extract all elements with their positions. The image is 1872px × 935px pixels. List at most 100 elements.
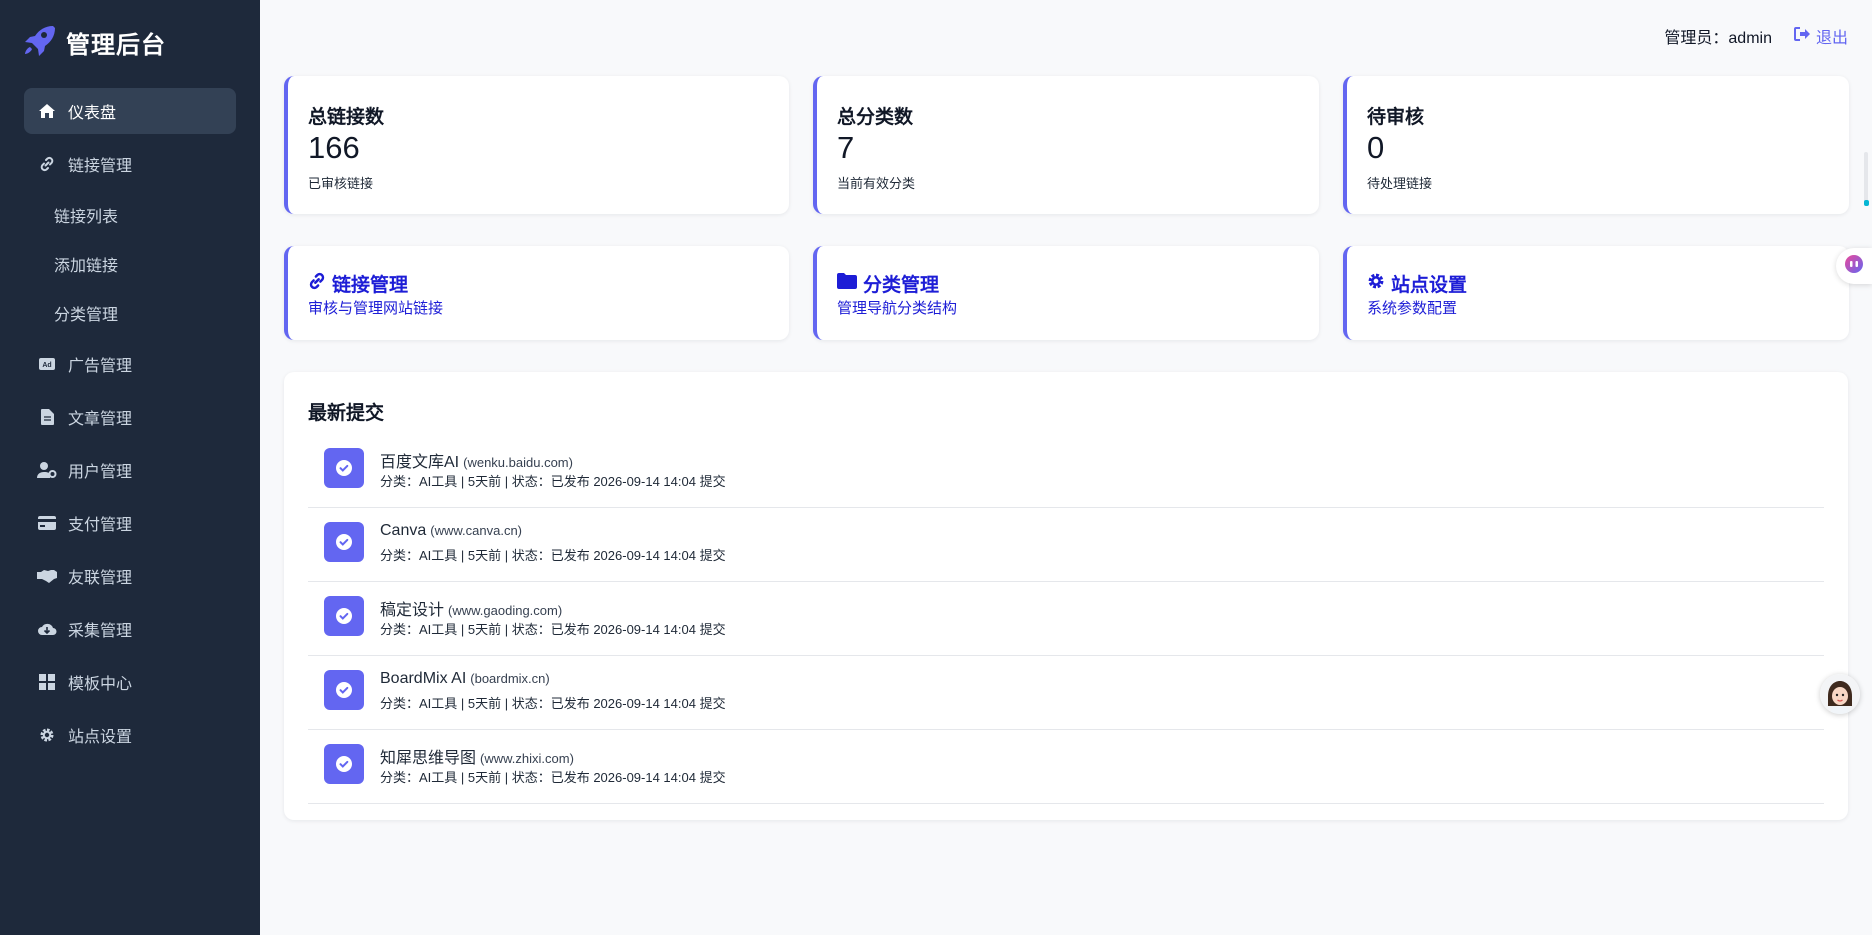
cloud-download-icon xyxy=(36,620,58,638)
recent-submissions-panel: 最新提交 百度文库AI (wenku.baidu.com) 分类：AI工具 | 5… xyxy=(284,372,1848,820)
robot-icon xyxy=(1844,254,1864,279)
stat-value: 7 xyxy=(837,130,855,165)
quick-card-title-text: 链接管理 xyxy=(332,275,409,296)
ai-assistant-button[interactable] xyxy=(1836,248,1872,284)
sidebar-item-collect[interactable]: 采集管理 xyxy=(24,606,236,652)
item-domain: (www.gaoding.com) xyxy=(448,603,563,618)
scrollbar[interactable] xyxy=(1864,152,1868,204)
item-meta: 分类：AI工具 | 5天前 | 状态：已发布 2026-09-14 14:04 … xyxy=(380,548,726,563)
quick-card-category-management[interactable]: 分类管理 管理导航分类结构 xyxy=(813,246,1319,340)
item-domain: (www.zhixi.com) xyxy=(480,751,574,766)
gear-icon xyxy=(36,726,58,744)
item-name: 百度文库AI (wenku.baidu.com) xyxy=(380,454,573,471)
quick-card-site-settings[interactable]: 站点设置 系统参数配置 xyxy=(1343,246,1849,340)
sidebar-item-settings[interactable]: 站点设置 xyxy=(24,712,236,758)
scroll-indicator xyxy=(1864,200,1869,206)
check-circle-icon xyxy=(324,448,364,488)
quick-card-title: 站点设置 xyxy=(1367,270,1467,297)
list-item[interactable]: 稿定设计 (www.gaoding.com) 分类：AI工具 | 5天前 | 状态… xyxy=(308,582,1824,656)
ad-icon: Ad xyxy=(36,355,58,373)
link-icon xyxy=(308,272,326,296)
list-item[interactable]: Canva (www.canva.cn) 分类：AI工具 | 5天前 | 状态：已… xyxy=(308,508,1824,582)
avatar[interactable] xyxy=(1820,674,1860,714)
item-meta: 分类：AI工具 | 5天前 | 状态：已发布 2026-09-14 14:04 … xyxy=(380,622,726,637)
recent-list: 百度文库AI (wenku.baidu.com) 分类：AI工具 | 5天前 | … xyxy=(308,434,1824,804)
rocket-icon xyxy=(22,23,56,62)
item-name: Canva (www.canva.cn) xyxy=(380,522,522,539)
check-circle-icon xyxy=(324,670,364,710)
stat-card-pending: 待审核 0 待处理链接 xyxy=(1343,76,1849,214)
stat-title: 总分类数 xyxy=(837,107,914,128)
sidebar-item-label: 模板中心 xyxy=(68,676,133,693)
check-circle-icon xyxy=(324,522,364,562)
sidebar-item-label: 链接管理 xyxy=(68,158,133,175)
stat-subtitle: 已审核链接 xyxy=(308,176,374,191)
sidebar-item-templates[interactable]: 模板中心 xyxy=(24,659,236,705)
gear-icon xyxy=(1367,272,1385,296)
brand-title: 管理后台 xyxy=(66,31,166,59)
admin-label: 管理员：admin xyxy=(1664,30,1772,47)
topbar: 管理员：admin 退出 xyxy=(1664,22,1848,50)
sidebar-item-label: 支付管理 xyxy=(68,517,133,534)
quick-card-title: 分类管理 xyxy=(837,270,939,297)
stat-subtitle: 当前有效分类 xyxy=(837,176,916,191)
sidebar-item-label: 文章管理 xyxy=(68,411,133,428)
stat-value: 0 xyxy=(1367,130,1385,165)
sidebar-item-friend-links[interactable]: 友联管理 xyxy=(24,553,236,599)
logout-button[interactable]: 退出 xyxy=(1793,24,1848,48)
sidebar-item-links[interactable]: 链接管理 xyxy=(24,141,236,187)
item-name: BoardMix AI (boardmix.cn) xyxy=(380,670,550,687)
item-meta: 分类：AI工具 | 5天前 | 状态：已发布 2026-09-14 14:04 … xyxy=(380,474,726,489)
sidebar: 管理后台 仪表盘 链接管理 链接列表 添加链接 分类管理 Ad 广告管理 文章管… xyxy=(0,0,260,935)
list-item[interactable]: 知犀思维导图 (www.zhixi.com) 分类：AI工具 | 5天前 | 状态… xyxy=(308,730,1824,804)
quick-card-subtitle: 管理导航分类结构 xyxy=(837,300,958,317)
sidebar-item-payments[interactable]: 支付管理 xyxy=(24,500,236,546)
item-domain: (www.canva.cn) xyxy=(430,523,522,538)
handshake-icon xyxy=(36,567,58,585)
file-icon xyxy=(36,408,58,426)
stat-card-total-links: 总链接数 166 已审核链接 xyxy=(284,76,789,214)
logout-label: 退出 xyxy=(1815,30,1848,47)
sidebar-subitem-link-list[interactable]: 链接列表 xyxy=(24,194,236,236)
grid-icon xyxy=(36,673,58,691)
sidebar-item-dashboard[interactable]: 仪表盘 xyxy=(24,88,236,134)
sidebar-item-label: 用户管理 xyxy=(68,464,133,481)
sidebar-item-users[interactable]: 用户管理 xyxy=(24,447,236,493)
stat-title: 总链接数 xyxy=(308,107,385,128)
sidebar-item-label: 分类管理 xyxy=(54,307,119,324)
sidebar-nav: 仪表盘 链接管理 链接列表 添加链接 分类管理 Ad 广告管理 文章管理 用户管… xyxy=(24,88,236,765)
item-domain: (boardmix.cn) xyxy=(470,671,550,686)
stat-title: 待审核 xyxy=(1367,107,1425,128)
link-icon xyxy=(36,155,58,173)
sidebar-item-label: 友联管理 xyxy=(68,570,133,587)
sidebar-item-ads[interactable]: Ad 广告管理 xyxy=(24,341,236,387)
sign-out-icon xyxy=(1793,26,1810,46)
sidebar-item-articles[interactable]: 文章管理 xyxy=(24,394,236,440)
folder-icon xyxy=(837,272,857,295)
sidebar-item-label: 添加链接 xyxy=(54,258,119,275)
quick-card-subtitle: 系统参数配置 xyxy=(1367,300,1458,317)
item-meta: 分类：AI工具 | 5天前 | 状态：已发布 2026-09-14 14:04 … xyxy=(380,696,726,711)
svg-text:Ad: Ad xyxy=(42,362,51,369)
quick-card-link-management[interactable]: 链接管理 审核与管理网站链接 xyxy=(284,246,789,340)
quick-card-title-text: 分类管理 xyxy=(863,275,940,296)
quick-card-title-text: 站点设置 xyxy=(1391,275,1468,296)
check-circle-icon xyxy=(324,744,364,784)
item-domain: (wenku.baidu.com) xyxy=(463,455,573,470)
list-item[interactable]: BoardMix AI (boardmix.cn) 分类：AI工具 | 5天前 |… xyxy=(308,656,1824,730)
home-icon xyxy=(36,102,58,120)
sidebar-subitem-categories[interactable]: 分类管理 xyxy=(24,292,236,334)
stat-subtitle: 待处理链接 xyxy=(1367,176,1433,191)
sidebar-item-label: 仪表盘 xyxy=(68,105,117,122)
credit-card-icon xyxy=(36,514,58,532)
sidebar-item-label: 站点设置 xyxy=(68,729,133,746)
sidebar-subitem-add-link[interactable]: 添加链接 xyxy=(24,243,236,285)
sidebar-item-label: 采集管理 xyxy=(68,623,133,640)
item-name: 稿定设计 (www.gaoding.com) xyxy=(380,602,563,619)
sidebar-item-label: 广告管理 xyxy=(68,358,133,375)
item-meta: 分类：AI工具 | 5天前 | 状态：已发布 2026-09-14 14:04 … xyxy=(380,770,726,785)
quick-card-subtitle: 审核与管理网站链接 xyxy=(308,300,444,317)
brand[interactable]: 管理后台 xyxy=(22,22,166,62)
list-item[interactable]: 百度文库AI (wenku.baidu.com) 分类：AI工具 | 5天前 | … xyxy=(308,434,1824,508)
recent-title: 最新提交 xyxy=(308,403,385,424)
